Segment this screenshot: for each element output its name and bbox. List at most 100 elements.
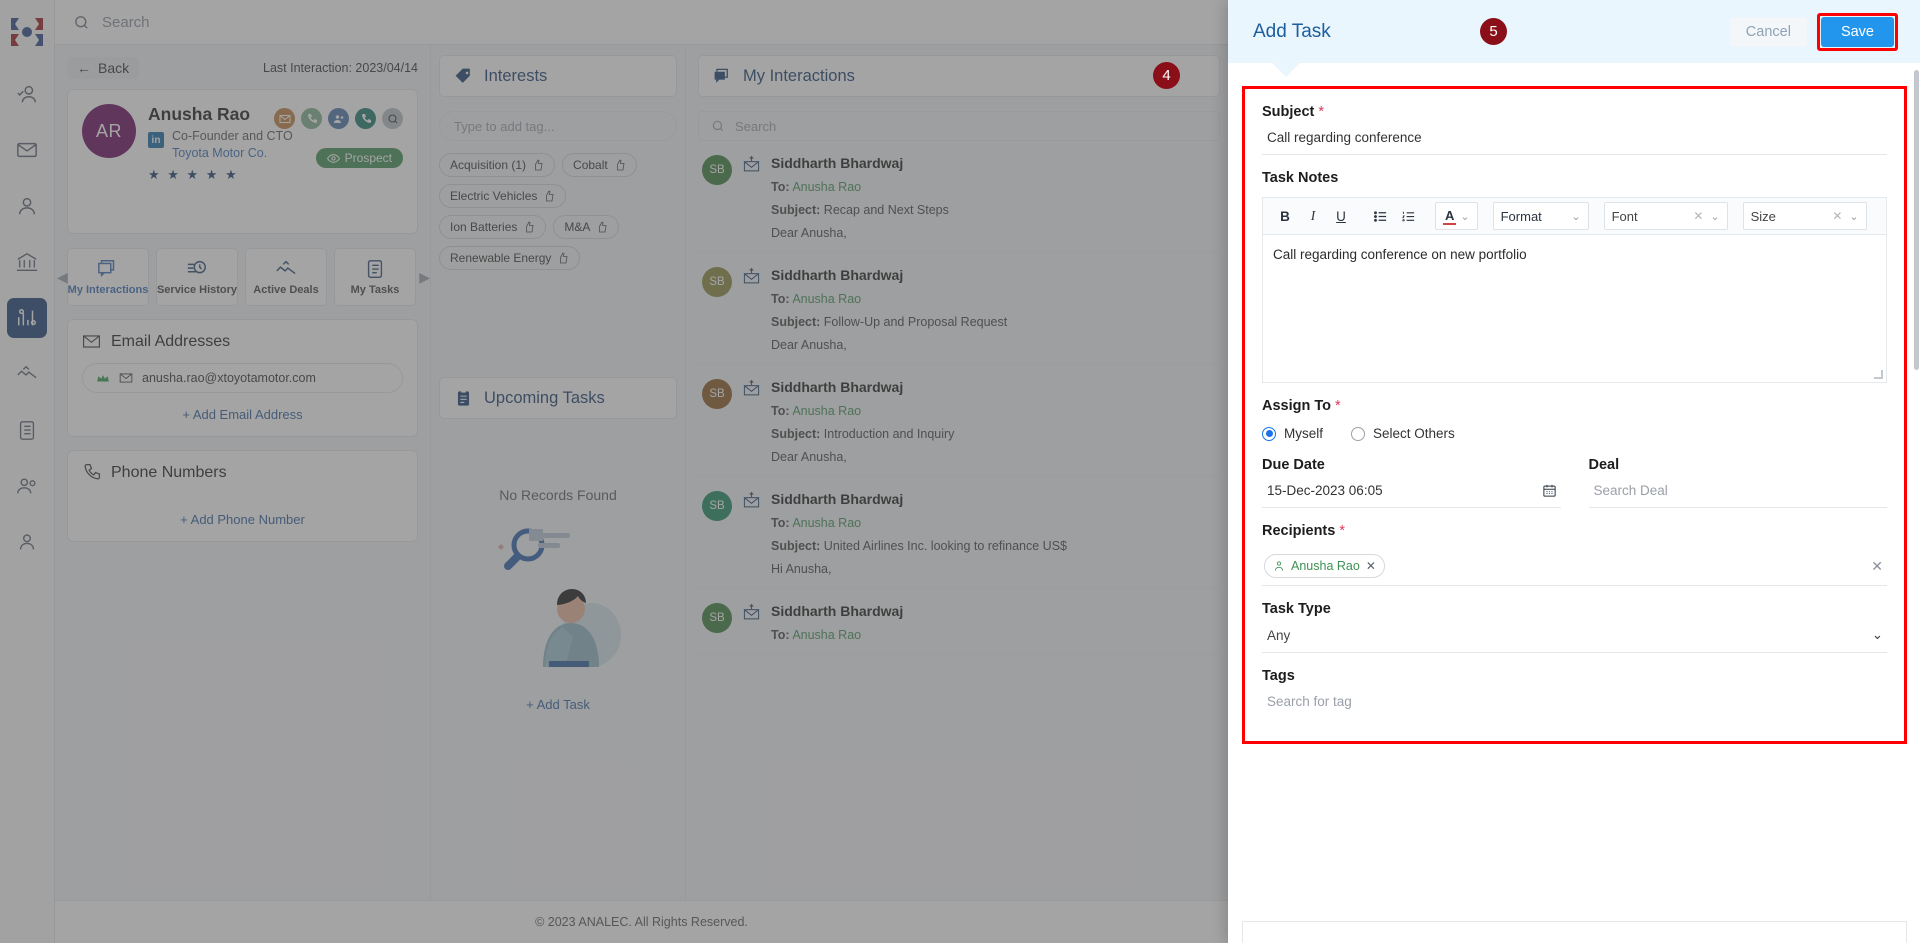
italic-button[interactable]: I <box>1301 203 1325 229</box>
my-interactions-title: My Interactions <box>743 66 855 85</box>
chevron-down-icon: ⌄ <box>1871 627 1883 642</box>
rating-stars[interactable]: ★ ★ ★ ★ ★ <box>148 167 293 183</box>
phone-icon <box>84 463 101 480</box>
search-action-icon[interactable] <box>382 108 403 129</box>
add-phone-number-button[interactable]: + Add Phone Number <box>82 512 403 527</box>
add-email-address-button[interactable]: + Add Email Address <box>82 407 403 422</box>
radio-myself[interactable]: Myself <box>1262 426 1323 441</box>
due-date-label: Due Date <box>1262 457 1325 473</box>
interest-tag[interactable]: Acquisition (1) <box>439 153 556 177</box>
interest-tag[interactable]: Ion Batteries <box>439 215 547 239</box>
interest-tag[interactable]: M&A <box>553 215 620 239</box>
tabs-scroll-right-icon[interactable]: ▶ <box>419 269 430 286</box>
sidebar-item-team[interactable] <box>7 466 47 506</box>
email-action-icon[interactable] <box>274 108 295 129</box>
interaction-to: To: Anusha Rao <box>771 516 1067 530</box>
radio-select-others[interactable]: Select Others <box>1351 426 1455 441</box>
cancel-button[interactable]: Cancel <box>1729 16 1807 47</box>
size-dropdown[interactable]: Size ✕ ⌄ <box>1742 202 1867 230</box>
save-button[interactable]: Save <box>1820 16 1894 47</box>
interaction-row[interactable]: SB Siddharth Bhardwaj To: Anusha Rao Sub… <box>698 365 1220 477</box>
interest-tag[interactable]: Renewable Energy <box>439 246 581 270</box>
tab-my-interactions[interactable]: My Interactions <box>67 248 149 306</box>
sidebar-item-deals[interactable] <box>7 354 47 394</box>
format-dropdown[interactable]: Format ⌄ <box>1492 202 1589 230</box>
sidebar-item-analytics[interactable] <box>7 298 47 338</box>
bold-button[interactable]: B <box>1273 203 1297 229</box>
tabs-scroll-left-icon[interactable]: ◀ <box>57 269 68 286</box>
to-value[interactable]: Anusha Rao <box>792 628 861 642</box>
due-date-input[interactable]: 15-Dec-2023 06:05 <box>1262 473 1561 508</box>
font-dropdown[interactable]: Font ✕ ⌄ <box>1603 202 1728 230</box>
clear-recipients-icon[interactable]: ✕ <box>1871 558 1883 575</box>
sidebar-item-institution[interactable] <box>7 242 47 282</box>
sidebar-item-mail[interactable] <box>7 130 47 170</box>
thumbs-up-icon[interactable] <box>596 221 608 233</box>
thumbs-up-icon[interactable] <box>532 159 544 171</box>
contact-company[interactable]: Toyota Motor Co. <box>172 145 293 162</box>
email-entry-row[interactable]: anusha.rao@xtoyotamotor.com <box>82 363 403 393</box>
meeting-action-icon[interactable] <box>328 108 349 129</box>
numbered-list-icon[interactable] <box>1396 203 1420 229</box>
interest-tag[interactable]: Cobalt <box>562 153 637 177</box>
subject-value: United Airlines Inc. looking to refinanc… <box>823 539 1067 553</box>
sidebar-item-tasks[interactable] <box>7 410 47 450</box>
font-color-button[interactable]: A ⌄ <box>1435 202 1478 230</box>
tab-my-tasks[interactable]: My Tasks <box>334 248 416 306</box>
upcoming-tasks-title: Upcoming Tasks <box>484 388 605 407</box>
tab-service-history[interactable]: Service History <box>156 248 238 306</box>
upcoming-tasks-header: Upcoming Tasks <box>439 377 677 419</box>
tab-label: Active Deals <box>253 284 319 296</box>
recipients-input[interactable]: Anusha Rao ✕ ✕ <box>1262 546 1887 586</box>
underline-button[interactable]: U <box>1329 203 1353 229</box>
resize-grip-icon[interactable] <box>1874 370 1883 379</box>
to-value[interactable]: Anusha Rao <box>792 292 861 306</box>
interaction-row[interactable]: SB Siddharth Bhardwaj To: Anusha Rao Sub… <box>698 253 1220 365</box>
sidebar-item-person[interactable] <box>7 186 47 226</box>
interaction-row[interactable]: SB Siddharth Bhardwaj To: Anusha Rao <box>698 589 1220 655</box>
clear-font-icon[interactable]: ✕ <box>1693 209 1703 223</box>
deal-input[interactable]: Search Deal <box>1588 473 1887 508</box>
phone-action-icon[interactable] <box>301 108 322 129</box>
chat-stack-icon <box>714 68 728 83</box>
thumbs-up-icon[interactable] <box>557 252 569 264</box>
interest-tag[interactable]: Electric Vehicles <box>439 184 567 208</box>
global-search-bar[interactable]: Search <box>55 0 1228 45</box>
thumbs-up-icon[interactable] <box>543 190 555 202</box>
sidebar-item-contacts-verified[interactable] <box>7 74 47 114</box>
add-task-link[interactable]: + Add Task <box>439 697 677 712</box>
calendar-icon[interactable] <box>1542 483 1557 498</box>
to-value[interactable]: Anusha Rao <box>792 516 861 530</box>
interaction-row[interactable]: SB Siddharth Bhardwaj To: Anusha Rao Sub… <box>698 477 1220 589</box>
tab-active-deals[interactable]: Active Deals <box>245 248 327 306</box>
sidebar-item-profile[interactable] <box>7 522 47 562</box>
handshake-check-icon <box>276 260 296 275</box>
to-value[interactable]: Anusha Rao <box>792 180 861 194</box>
thumbs-up-icon[interactable] <box>614 159 626 171</box>
interactions-search-input[interactable]: Search <box>698 111 1220 141</box>
task-type-select[interactable]: Any ⌄ <box>1262 617 1887 653</box>
editor-toolbar: B I U A ⌄ Format ⌄ Font ✕ ⌄ Size ✕ ⌄ <box>1262 197 1887 235</box>
task-notes-editor[interactable]: Call regarding conference on new portfol… <box>1262 235 1887 383</box>
recipient-chip[interactable]: Anusha Rao ✕ <box>1264 554 1385 578</box>
tags-input[interactable]: Search for tag <box>1262 684 1887 718</box>
analec-logo-icon[interactable] <box>7 12 47 52</box>
clear-size-icon[interactable]: ✕ <box>1832 209 1842 223</box>
back-button[interactable]: ← Back <box>67 57 140 79</box>
interaction-row[interactable]: SB Siddharth Bhardwaj To: Anusha Rao Sub… <box>698 141 1220 253</box>
tab-label: My Interactions <box>67 284 149 296</box>
radio-selected-icon <box>1262 426 1276 441</box>
bullet-list-icon[interactable] <box>1368 203 1392 229</box>
call-note-action-icon[interactable] <box>355 108 376 129</box>
global-search-input[interactable]: Search <box>102 14 150 31</box>
subject-input[interactable]: Call regarding conference <box>1262 120 1887 155</box>
remove-recipient-icon[interactable]: ✕ <box>1366 559 1376 573</box>
to-value[interactable]: Anusha Rao <box>792 404 861 418</box>
add-tag-input[interactable]: Type to add tag... <box>439 111 677 141</box>
panel-scrollbar[interactable] <box>1914 70 1919 370</box>
linkedin-icon[interactable]: in <box>148 132 164 148</box>
subject-label: Subject: <box>771 315 821 329</box>
interaction-body: Siddharth Bhardwaj To: Anusha Rao Subjec… <box>771 491 1067 576</box>
interaction-body: Siddharth Bhardwaj To: Anusha Rao Subjec… <box>771 379 954 464</box>
thumbs-up-icon[interactable] <box>523 221 535 233</box>
